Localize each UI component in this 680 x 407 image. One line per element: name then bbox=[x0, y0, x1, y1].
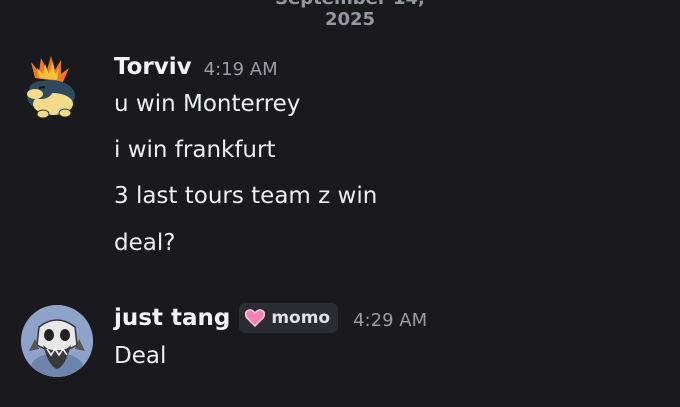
username[interactable]: Torviv bbox=[114, 54, 192, 80]
message-header: Torviv 4:19 AM bbox=[114, 51, 278, 83]
message-text: i win frankfurt bbox=[114, 137, 276, 163]
message-text: Deal bbox=[114, 343, 167, 369]
chat-view: September 14, 2025 Torviv 4 bbox=[0, 0, 680, 407]
pokemon-avatar-icon[interactable] bbox=[21, 305, 93, 377]
cyndaquil-avatar-icon[interactable] bbox=[21, 54, 93, 126]
message-text: u win Monterrey bbox=[114, 91, 301, 117]
date-divider-text: September 14, 2025 bbox=[275, 0, 425, 30]
username[interactable]: just tang bbox=[114, 305, 230, 331]
role-tag[interactable]: momo bbox=[239, 303, 339, 333]
pink-heart-icon bbox=[245, 309, 266, 328]
timestamp: 4:29 AM bbox=[353, 309, 428, 331]
role-tag-label: momo bbox=[271, 308, 331, 328]
message-text: 3 last tours team z win bbox=[114, 183, 378, 209]
message-header: just tang momo 4:29 AM bbox=[114, 302, 427, 334]
timestamp: 4:19 AM bbox=[203, 58, 278, 80]
date-divider: September 14, 2025 bbox=[0, 0, 680, 30]
message-text: deal? bbox=[114, 230, 176, 256]
